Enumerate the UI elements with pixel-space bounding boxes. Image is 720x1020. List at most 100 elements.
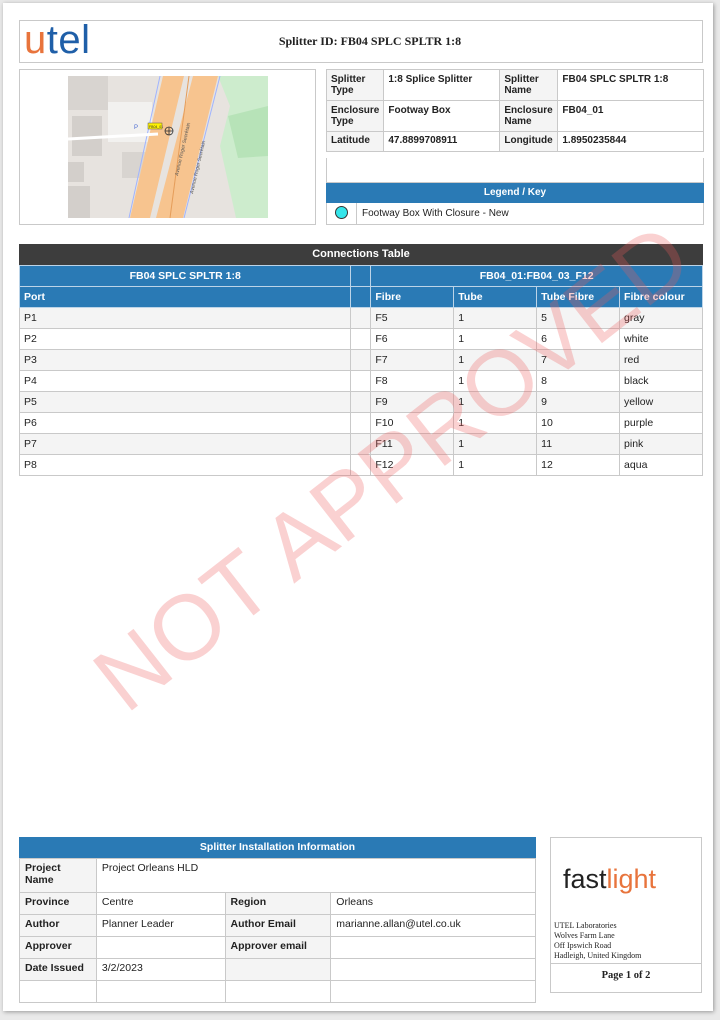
- fibre-colour-cell: white: [619, 328, 703, 350]
- latitude-label: Latitude: [325, 131, 385, 152]
- project-name-label: Project Name: [19, 858, 97, 893]
- left-group-header: FB04 SPLC SPLTR 1:8: [18, 265, 352, 287]
- details-row: Enclosure Type Footway Box Enclosure Nam…: [325, 100, 704, 132]
- installation-row: Approver Approver email: [19, 936, 536, 959]
- longitude-label: Longitude: [499, 131, 559, 152]
- tube-fibre-cell: 8: [536, 370, 621, 392]
- installation-row: Project Name Project Orleans HLD: [19, 858, 537, 893]
- approver-label: Approver: [19, 936, 97, 959]
- fastlight-logo: fastlight: [563, 864, 657, 894]
- connections-title: Connections Table: [19, 244, 703, 265]
- author-email-value: marianne.allan@utel.co.uk: [330, 914, 536, 937]
- divider: [551, 963, 701, 964]
- author-value: Planner Leader: [95, 914, 226, 937]
- details-row: Splitter Type 1:8 Splice Splitter Splitt…: [325, 69, 704, 101]
- installation-row: Date Issued 3/2/2023: [19, 958, 536, 981]
- tube-fibre-cell: 10: [536, 412, 621, 434]
- address-line: Off Ipswich Road: [554, 941, 612, 950]
- fibre-cell: F10: [370, 412, 455, 434]
- tube-cell: 1: [453, 454, 538, 476]
- fibre-cell: F11: [370, 433, 455, 455]
- tube-fibre-cell: 12: [536, 454, 621, 476]
- port-cell: P5: [18, 391, 352, 413]
- installation-table: Project Name Project Orleans HLD Provinc…: [19, 858, 537, 1003]
- fibre-colour-cell: aqua: [619, 454, 703, 476]
- page-number: Page 1 of 2: [601, 970, 651, 981]
- legend-symbol-cell: [327, 203, 357, 224]
- column-header-tube-fibre: Tube Fibre: [536, 286, 621, 308]
- column-header-fibre-colour: Fibre colour: [619, 286, 703, 308]
- approver-email-label: Approver email: [224, 936, 332, 959]
- fibre-cell: F7: [370, 349, 455, 371]
- report-page: utel Splitter ID: FB04 SPLC SPLTR 1:8 Av…: [3, 3, 713, 1011]
- tube-cell: 1: [453, 349, 538, 371]
- address-line: Hadleigh, United Kingdom: [554, 951, 642, 960]
- enclosure-name-label: Enclosure Name: [499, 100, 559, 132]
- author-email-label: Author Email: [224, 914, 332, 937]
- fibre-cell: F12: [370, 454, 455, 476]
- connections-group-header: FB04 SPLC SPLTR 1:8 FB04_01:FB04_03_F12: [18, 265, 703, 287]
- approver-value: [95, 936, 226, 959]
- address-line: UTEL Laboratories: [554, 921, 617, 930]
- fibre-colour-cell: gray: [619, 307, 703, 329]
- company-panel: fastlight UTEL Laboratories Wolves Farm …: [550, 837, 702, 993]
- location-map: Avenue Roger Secrétain Avenue Roger Secr…: [68, 76, 268, 218]
- fibre-colour-cell: pink: [619, 433, 703, 455]
- utel-logo: utel: [24, 18, 91, 62]
- splitter-type-label: Splitter Type: [325, 69, 385, 101]
- fibre-colour-cell: yellow: [619, 391, 703, 413]
- port-cell: P6: [18, 412, 352, 434]
- tube-cell: 1: [453, 328, 538, 350]
- province-label: Province: [19, 892, 97, 915]
- enclosure-type-label: Enclosure Type: [325, 100, 385, 132]
- port-cell: P1: [18, 307, 352, 329]
- fibre-colour-cell: red: [619, 349, 703, 371]
- empty-cell: [330, 980, 536, 1003]
- empty-cell: [19, 980, 97, 1003]
- connections-column-header: Port Fibre Tube Tube Fibre Fibre colour: [18, 286, 703, 308]
- parking-label: P: [134, 125, 138, 131]
- tube-cell: 1: [453, 370, 538, 392]
- date-issued-value: 3/2/2023: [95, 958, 226, 981]
- tube-cell: 1: [453, 391, 538, 413]
- tube-cell: 1: [453, 412, 538, 434]
- fibre-colour-cell: purple: [619, 412, 703, 434]
- spacer-cell: [350, 412, 372, 434]
- tube-fibre-cell: 9: [536, 391, 621, 413]
- table-row: P6 F10 1 10 purple: [18, 412, 703, 434]
- approver-email-value: [330, 936, 536, 959]
- details-spacer: [326, 158, 704, 183]
- region-value: Orleans: [330, 892, 536, 915]
- tube-cell: 1: [453, 307, 538, 329]
- installation-row: [19, 980, 536, 1003]
- tube-fibre-cell: 6: [536, 328, 621, 350]
- installation-row: Province Centre Region Orleans: [19, 892, 536, 915]
- legend-title: Legend / Key: [326, 183, 704, 203]
- spacer-cell: [350, 370, 372, 392]
- tube-cell: 1: [453, 433, 538, 455]
- fibre-colour-cell: black: [619, 370, 703, 392]
- box-label: FB04_01: [149, 125, 163, 129]
- footway-box-symbol-icon: [335, 206, 348, 219]
- fibre-cell: F6: [370, 328, 455, 350]
- table-row: P8 F12 1 12 aqua: [18, 454, 703, 476]
- column-header-tube: Tube: [453, 286, 538, 308]
- table-row: P4 F8 1 8 black: [18, 370, 703, 392]
- port-cell: P3: [18, 349, 352, 371]
- splitter-name-label: Splitter Name: [499, 69, 559, 101]
- company-address: UTEL Laboratories Wolves Farm Lane Off I…: [554, 921, 641, 961]
- empty-cell: [224, 958, 332, 981]
- region-label: Region: [224, 892, 332, 915]
- tube-fibre-cell: 5: [536, 307, 621, 329]
- spacer-cell: [350, 454, 372, 476]
- column-header-port: Port: [18, 286, 352, 308]
- table-row: P3 F7 1 7 red: [18, 349, 703, 371]
- enclosure-type-value: Footway Box: [383, 100, 501, 132]
- empty-cell: [95, 980, 226, 1003]
- table-row: P1 F5 1 5 gray: [18, 307, 703, 329]
- fibre-cell: F8: [370, 370, 455, 392]
- spacer-cell: [350, 307, 372, 329]
- port-cell: P2: [18, 328, 352, 350]
- right-group-header: FB04_01:FB04_03_F12: [370, 265, 703, 287]
- latitude-value: 47.8899708911: [383, 131, 501, 152]
